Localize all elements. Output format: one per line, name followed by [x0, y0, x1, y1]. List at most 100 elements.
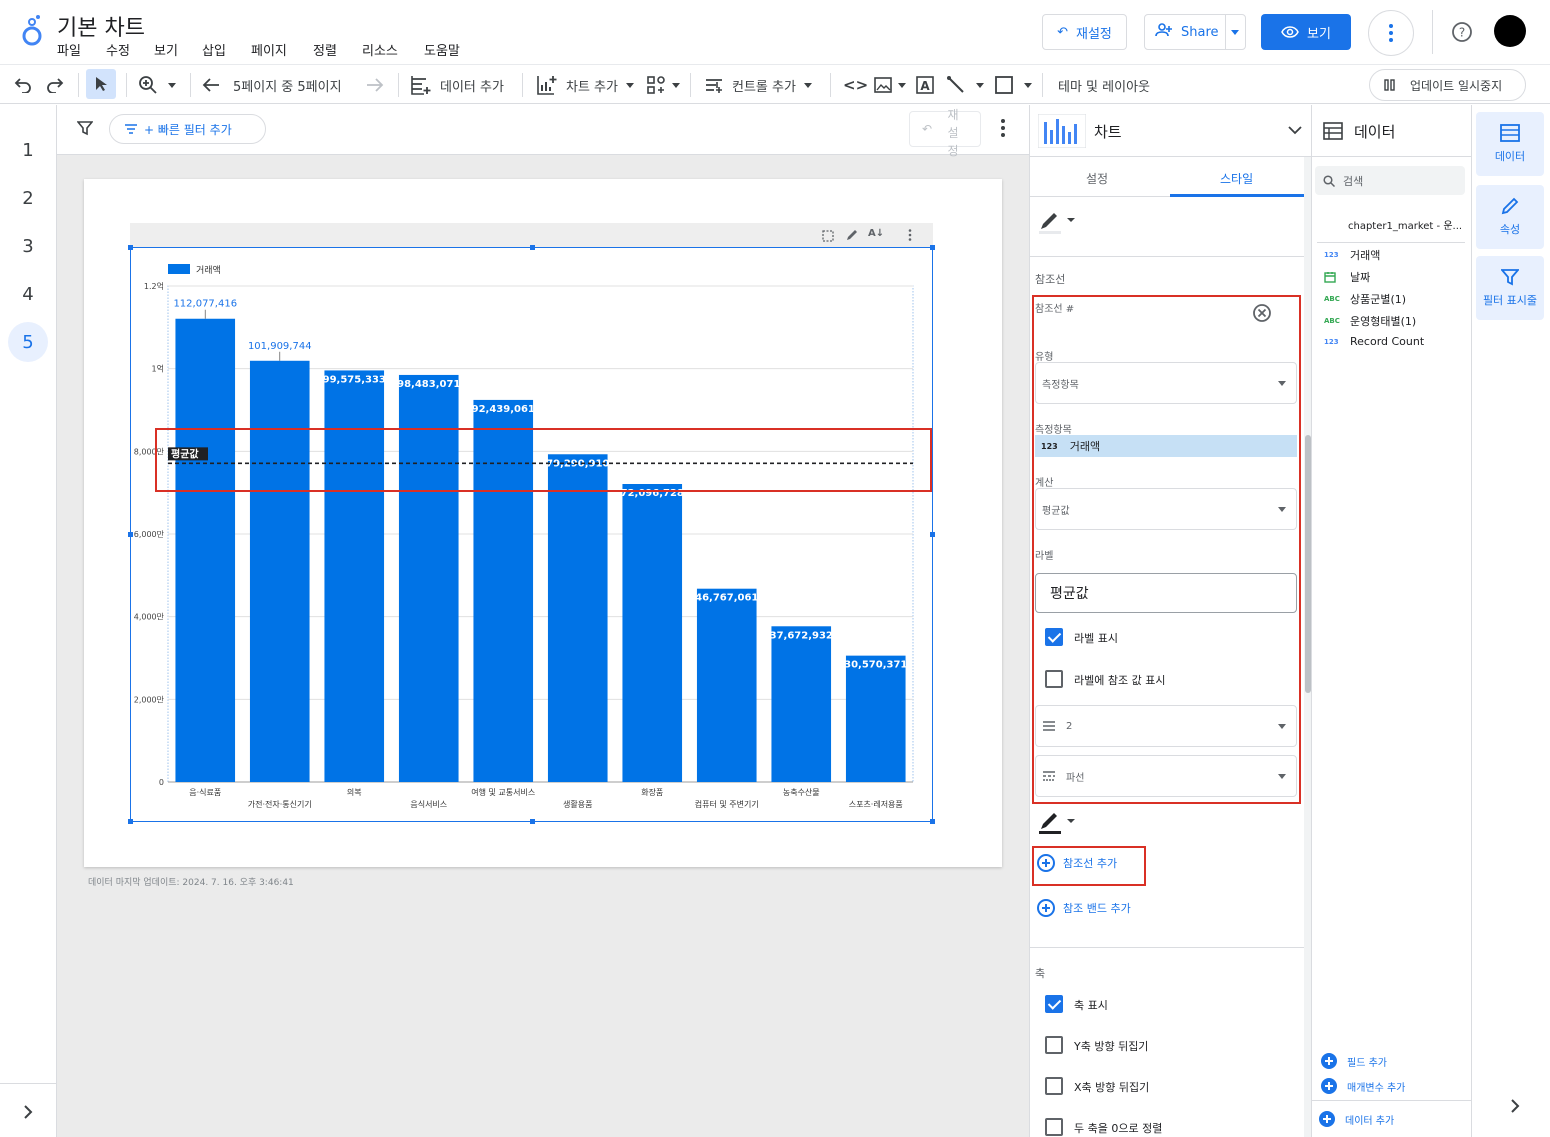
- select-area-icon[interactable]: [822, 230, 834, 242]
- add-refline-button[interactable]: 참조선 추가: [1037, 854, 1117, 872]
- menu-file[interactable]: 파일: [57, 40, 81, 59]
- table-icon: [1323, 122, 1343, 140]
- quick-filter-button[interactable]: + 빠른 필터 추가: [109, 114, 266, 144]
- undo-icon[interactable]: [14, 77, 32, 93]
- field-item[interactable]: 123 거래액: [1324, 247, 1380, 263]
- image-button[interactable]: [874, 73, 906, 97]
- add-param-button[interactable]: 매개변수 추가: [1321, 1078, 1405, 1094]
- shape-button[interactable]: [994, 73, 1032, 97]
- expand-panel-icon[interactable]: [1509, 1099, 1521, 1113]
- menu-help[interactable]: 도움말: [424, 40, 460, 59]
- chevron-down-icon: [1278, 381, 1286, 386]
- page-item-1[interactable]: 1: [8, 130, 48, 170]
- menu-view[interactable]: 보기: [154, 40, 178, 59]
- sort-az-icon[interactable]: A↓: [868, 228, 884, 239]
- previous-page-icon[interactable]: [202, 77, 220, 93]
- line-style-select[interactable]: 파선: [1035, 755, 1297, 797]
- y-reverse-checkbox[interactable]: [1045, 1036, 1063, 1054]
- svg-text:A: A: [920, 79, 930, 93]
- chevron-down-icon: [976, 82, 984, 88]
- pause-updates-button[interactable]: 업데이트 일시중지: [1369, 69, 1526, 101]
- label-input[interactable]: 평균값: [1035, 573, 1297, 613]
- select-tool-icon[interactable]: [86, 69, 116, 99]
- chevron-down-icon: [1278, 724, 1286, 729]
- menu-resources[interactable]: 리소스: [362, 40, 398, 59]
- axis-show-checkbox[interactable]: [1045, 995, 1063, 1013]
- field-item[interactable]: ABC 상품군별(1): [1324, 291, 1406, 307]
- filter-bar-rail-button[interactable]: 필터 표시줄: [1476, 256, 1544, 320]
- axis-section-title: 축: [1035, 967, 1046, 980]
- edit-icon[interactable]: [846, 229, 858, 241]
- more-options-icon[interactable]: [1368, 10, 1414, 56]
- bar-chart[interactable]: 02,000만4,000만6,000만8,000만1억1.2억거래액112,07…: [130, 247, 933, 822]
- menu-edit[interactable]: 수정: [106, 40, 130, 59]
- pen-color-icon[interactable]: [1038, 811, 1076, 835]
- chart-type-selector[interactable]: 차트: [1030, 105, 1311, 157]
- reset-button[interactable]: ↶ 재설정: [1042, 14, 1127, 50]
- data-rail-button[interactable]: 데이터: [1476, 112, 1544, 176]
- field-item[interactable]: ABC 운영형태별(1): [1324, 313, 1416, 329]
- page-item-3[interactable]: 3: [8, 226, 48, 266]
- tab-style[interactable]: 스타일: [1220, 170, 1253, 187]
- looker-studio-logo-icon[interactable]: [20, 14, 44, 48]
- expand-rail-icon[interactable]: [22, 1105, 34, 1119]
- align-zero-checkbox[interactable]: [1045, 1118, 1063, 1136]
- line-button[interactable]: [946, 73, 984, 97]
- report-title[interactable]: 기본 차트: [57, 10, 145, 42]
- type-select[interactable]: 측정항목: [1035, 362, 1297, 404]
- show-label-text: 라벨 표시: [1074, 632, 1118, 645]
- metric-chip[interactable]: 123 거래액: [1035, 435, 1297, 457]
- menu-insert[interactable]: 삽입: [202, 40, 226, 59]
- add-data-button[interactable]: 데이터 추가: [410, 73, 504, 97]
- data-search-input[interactable]: 검색: [1315, 166, 1465, 195]
- chart-more-icon[interactable]: [908, 229, 912, 241]
- data-source-name[interactable]: chapter1_market - 운...: [1348, 217, 1466, 232]
- show-value-checkbox[interactable]: [1045, 670, 1063, 688]
- page-item-5[interactable]: 5: [8, 322, 48, 362]
- next-page-icon[interactable]: [366, 77, 384, 93]
- add-chart-button[interactable]: 차트 추가: [536, 73, 634, 97]
- x-reverse-checkbox[interactable]: [1045, 1077, 1063, 1095]
- community-viz-button[interactable]: [646, 73, 680, 97]
- add-circle-icon: [1037, 854, 1055, 872]
- page-item-4[interactable]: 4: [8, 274, 48, 314]
- view-button[interactable]: 보기: [1261, 14, 1351, 50]
- text-box-icon[interactable]: A: [915, 75, 935, 95]
- avatar[interactable]: [1494, 15, 1526, 47]
- redo-icon[interactable]: [46, 77, 64, 93]
- more-vert-icon[interactable]: [1001, 119, 1005, 137]
- tab-setup[interactable]: 설정: [1086, 170, 1108, 187]
- menu-arrange[interactable]: 정렬: [313, 40, 337, 59]
- text-type-icon: ABC: [1324, 317, 1340, 325]
- x-tick-label: 의복: [347, 787, 362, 797]
- field-item[interactable]: 날짜: [1324, 269, 1370, 285]
- calendar-icon: [1324, 272, 1336, 283]
- share-dropdown-icon[interactable]: [1231, 30, 1239, 35]
- y-tick-label: 1억: [152, 364, 164, 374]
- add-refband-button[interactable]: 참조 밴드 추가: [1037, 899, 1131, 917]
- remove-refline-icon[interactable]: [1252, 303, 1272, 323]
- field-item[interactable]: 123 Record Count: [1324, 335, 1424, 348]
- pen-color-icon[interactable]: [1038, 209, 1076, 235]
- filter-icon[interactable]: [77, 120, 93, 136]
- app-header: 기본 차트 파일 수정 보기 삽입 페이지 정렬 리소스 도움말 ↶ 재설정 Sh…: [0, 0, 1550, 64]
- theme-layout-button[interactable]: 테마 및 레이아웃: [1058, 73, 1150, 97]
- chevron-down-icon: [625, 82, 634, 88]
- share-button[interactable]: Share: [1144, 14, 1246, 50]
- page-item-2[interactable]: 2: [8, 178, 48, 218]
- add-field-button[interactable]: 필드 추가: [1321, 1053, 1387, 1069]
- menu-page[interactable]: 페이지: [251, 40, 287, 59]
- embed-code-icon[interactable]: <>: [843, 73, 868, 97]
- add-control-button[interactable]: 컨트롤 추가: [704, 73, 812, 97]
- add-icon: [1321, 1078, 1337, 1094]
- calc-select[interactable]: 평균값: [1035, 488, 1297, 530]
- zoom-button[interactable]: [138, 73, 176, 97]
- chevron-down-icon: [803, 82, 812, 88]
- filter-reset-button[interactable]: ↶ 재설정: [909, 108, 981, 158]
- add-data-source-button[interactable]: 데이터 추가: [1319, 1111, 1394, 1127]
- line-weight-select[interactable]: 2: [1035, 705, 1297, 747]
- show-label-checkbox[interactable]: [1045, 628, 1063, 646]
- help-icon[interactable]: ?: [1451, 21, 1473, 43]
- chevron-down-icon: [1278, 774, 1286, 779]
- properties-rail-button[interactable]: 속성: [1476, 185, 1544, 249]
